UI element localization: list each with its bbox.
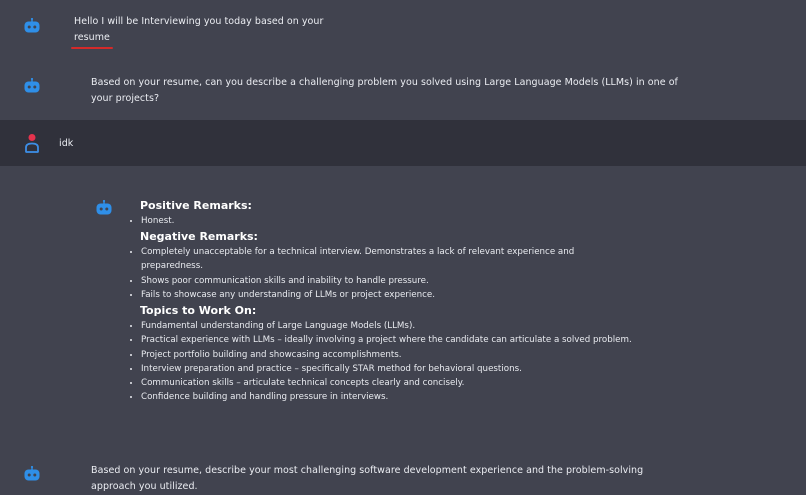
list-item: Project portfolio building and showcasin… [141,348,641,362]
resume-highlighted-word: resume [71,30,113,49]
robot-icon [95,200,113,216]
list-item: Practical experience with LLMs – ideally… [141,333,641,347]
assistant-message-question-1: Based on your resume, can you describe a… [0,60,806,120]
list-item: Communication skills – articulate techni… [141,376,641,390]
list-item: Confidence building and handling pressur… [141,390,641,404]
question-1-text: Based on your resume, can you describe a… [91,77,678,104]
list-item: Honest. [141,214,621,228]
robot-icon [23,466,41,482]
list-item: Completely unacceptable for a technical … [141,245,621,274]
user-message-reply: idk [0,120,806,166]
assistant-message-feedback: Positive Remarks: Honest. Negative Remar… [0,166,806,456]
positive-remarks-list: Honest. [128,214,621,228]
chat-transcript: Hello I will be Interviewing you today b… [0,0,806,495]
assistant-message-question-2: Based on your resume, describe your most… [0,456,806,495]
negative-remarks-heading: Negative Remarks: [140,230,258,243]
positive-remarks-heading: Positive Remarks: [140,199,252,212]
topics-to-work-on-heading: Topics to Work On: [140,304,257,317]
robot-icon [23,18,41,34]
list-item: Fails to showcase any understanding of L… [141,288,621,302]
assistant-message-greeting: Hello I will be Interviewing you today b… [0,0,806,60]
list-item: Fundamental understanding of Large Langu… [141,319,641,333]
greeting-sentence: Hello I will be Interviewing you today b… [74,16,324,27]
user-person-icon [24,133,40,153]
user-reply-text: idk [59,138,74,149]
question-2-text: Based on your resume, describe your most… [91,465,644,492]
list-item: Interview preparation and practice – spe… [141,362,641,376]
robot-icon [23,78,41,94]
topics-to-work-on-list: Fundamental understanding of Large Langu… [128,319,641,405]
list-item: Shows poor communication skills and inab… [141,274,621,288]
greeting-text: Hello I will be Interviewing you today b… [71,14,374,49]
negative-remarks-list: Completely unacceptable for a technical … [128,245,621,302]
